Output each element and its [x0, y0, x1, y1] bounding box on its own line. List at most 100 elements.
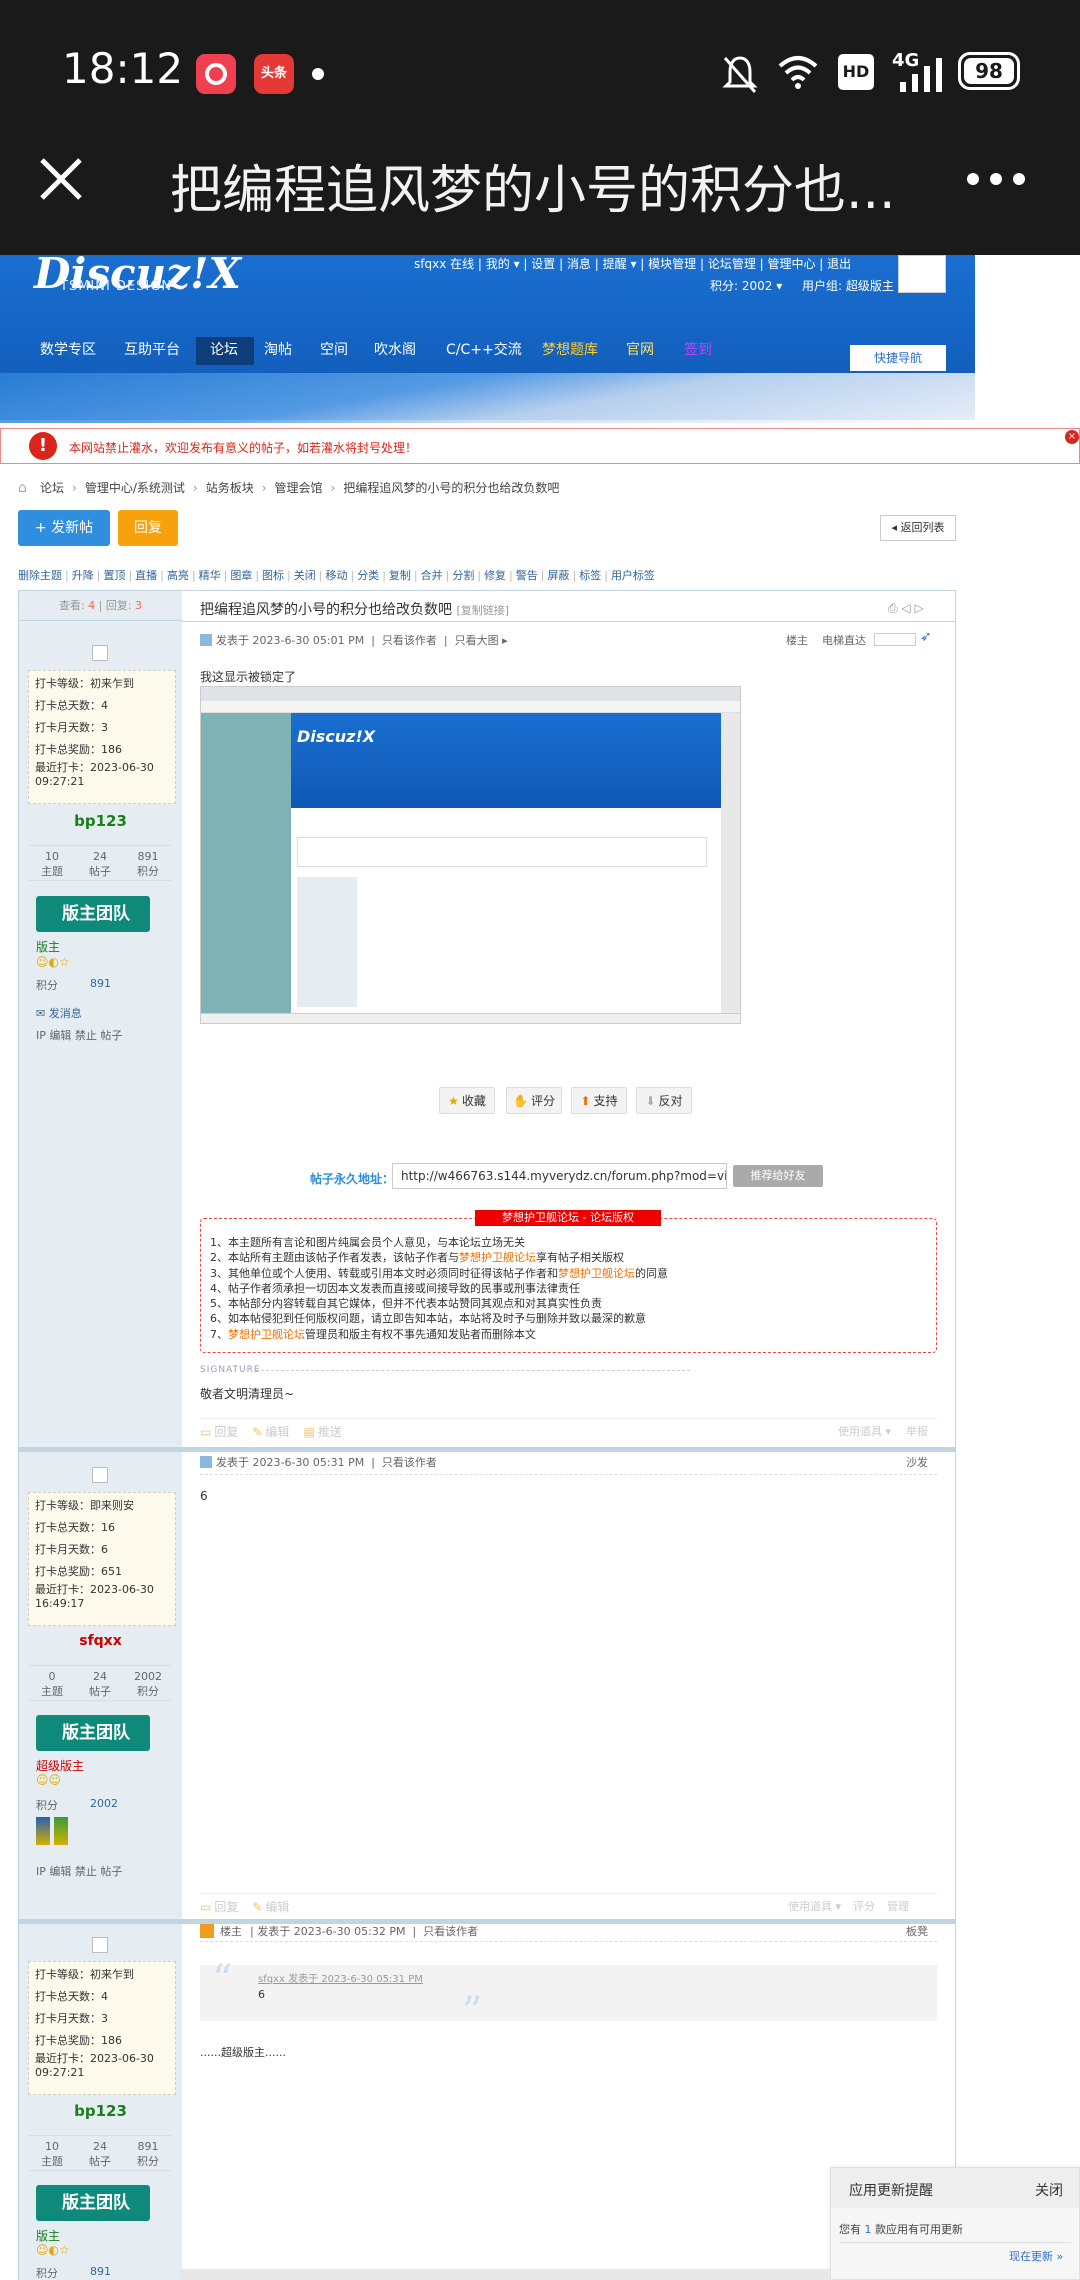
footer-action[interactable]: ▤ 推送: [303, 1425, 341, 1439]
breadcrumb-item[interactable]: 论坛: [40, 481, 64, 495]
footer-right-action[interactable]: 评分: [853, 1900, 875, 1913]
nav-item[interactable]: 论坛: [210, 339, 238, 359]
mod-tool-link[interactable]: 升降: [72, 569, 94, 582]
mod-tool-link[interactable]: 图标: [262, 569, 284, 582]
post-meta[interactable]: 发表于 2023-6-30 05:31 PM | 只看该作者: [216, 1454, 437, 1470]
stat-帖子[interactable]: 24 帖子: [76, 2139, 124, 2169]
post-support-button[interactable]: ⬆ 支持: [571, 1087, 627, 1114]
footer-right-action[interactable]: 使用道具 ▾: [788, 1900, 841, 1913]
mod-tools: 删除主题 | 升降 | 置顶 | 直播 | 高亮 | 精华 | 图章 | 图标 | 关闭 | 移动 | 分类 | 复制 | 合并…: [18, 567, 655, 583]
stat-主题[interactable]: 0 主题: [28, 1669, 76, 1699]
nav-item[interactable]: 互助平台: [124, 339, 180, 359]
print-icon[interactable]: ⎙ ◁ ▷: [888, 601, 924, 616]
nav-item[interactable]: 官网: [626, 339, 654, 359]
horizontal-scrollbar[interactable]: [180, 2269, 830, 2280]
mod-tool-link[interactable]: 复制: [389, 569, 411, 582]
stat-帖子[interactable]: 24 帖子: [76, 849, 124, 879]
nav-item[interactable]: 签到: [684, 339, 712, 359]
mod-tool-link[interactable]: 直播: [135, 569, 157, 582]
author-avatar[interactable]: [92, 1937, 108, 1953]
close-icon[interactable]: [38, 156, 84, 202]
copyright-line: 6、如本帖侵犯到任何版权问题，请立即告知本站，本站将及时予与删除并致以最深的歉意: [210, 1312, 646, 1326]
more-icon[interactable]: [966, 172, 1026, 186]
mod-tool-link[interactable]: 关闭: [294, 569, 316, 582]
footer-action[interactable]: ✎ 编辑: [252, 1900, 289, 1914]
mod-tool-link[interactable]: 高亮: [167, 569, 189, 582]
notice-close-icon[interactable]: ×: [1065, 430, 1079, 444]
mod-tool-link[interactable]: 合并: [421, 569, 443, 582]
jump-input[interactable]: [874, 633, 916, 646]
nav-item[interactable]: 空间: [320, 339, 348, 359]
mod-tool-link[interactable]: 移动: [325, 569, 347, 582]
quote-header[interactable]: sfqxx 发表于 2023-6-30 05:31 PM: [258, 1970, 423, 1985]
post-image[interactable]: Discuz!X: [200, 686, 741, 1024]
footer-action[interactable]: ✎ 编辑: [252, 1425, 289, 1439]
stat-label: 主题: [41, 865, 63, 878]
mod-tool-link[interactable]: 删除主题: [18, 569, 62, 582]
footer-action[interactable]: ▭ 回复: [200, 1900, 238, 1914]
post-author[interactable]: sfqxx: [19, 1633, 182, 1649]
mod-tool-link[interactable]: 置顶: [103, 569, 125, 582]
update-now-link[interactable]: 现在更新 »: [1009, 2248, 1063, 2264]
jump-icon[interactable]: ➶: [920, 629, 932, 645]
stat-积分[interactable]: 891 积分: [124, 2139, 172, 2169]
stat-value: 10: [45, 2140, 59, 2153]
home-icon[interactable]: ⌂: [18, 480, 27, 496]
back-to-list-button[interactable]: ◂ 返回列表: [880, 515, 956, 541]
mod-tool-link[interactable]: 图章: [230, 569, 252, 582]
nav-item[interactable]: 数学专区: [40, 339, 96, 359]
mod-tool-link[interactable]: 分割: [452, 569, 474, 582]
mod-tool-link[interactable]: 分类: [357, 569, 379, 582]
post-meta[interactable]: 发表于 2023-6-30 05:01 PM | 只看该作者 | 只看大图 ▸: [216, 632, 508, 648]
footer-right-action[interactable]: 管理: [887, 1900, 909, 1913]
post-meta[interactable]: | 发表于 2023-6-30 05:32 PM | 只看该作者: [250, 1923, 478, 1939]
breadcrumb-item[interactable]: 管理中心/系统测试: [85, 481, 185, 495]
footer-action[interactable]: ▭ 回复: [200, 1425, 238, 1439]
stat-主题[interactable]: 10 主题: [28, 2139, 76, 2169]
admin-tools[interactable]: IP 编辑 禁止 帖子: [36, 1863, 122, 1879]
stat-帖子[interactable]: 24 帖子: [76, 1669, 124, 1699]
mod-tool-link[interactable]: 警告: [516, 569, 538, 582]
post-favorite-button[interactable]: ★ 收藏: [439, 1087, 495, 1114]
site-name[interactable]: 梦想护卫舰论坛: [228, 1328, 305, 1341]
recommend-button[interactable]: 推荐给好友: [733, 1165, 823, 1187]
copy-link[interactable]: [复制链接]: [456, 604, 509, 617]
stat-主题[interactable]: 10 主题: [28, 849, 76, 879]
nav-item[interactable]: 梦想题库: [542, 339, 598, 359]
use-props[interactable]: 使用道具 ▾: [838, 1423, 891, 1439]
author-avatar[interactable]: [92, 645, 108, 661]
breadcrumb-item[interactable]: 管理会馆: [275, 481, 323, 495]
new-post-button[interactable]: + 发新帖: [18, 510, 110, 546]
stat-积分[interactable]: 891 积分: [124, 849, 172, 879]
post-oppose-button[interactable]: ⬇ 反对: [636, 1087, 692, 1114]
post-author[interactable]: bp123: [19, 2102, 182, 2120]
admin-tools[interactable]: IP 编辑 禁止 帖子: [36, 1027, 122, 1043]
mod-tool-link[interactable]: 精华: [199, 569, 221, 582]
breadcrumb-item[interactable]: 把编程追风梦的小号的积分也给改负数吧: [343, 481, 559, 495]
author-avatar[interactable]: [92, 1467, 108, 1483]
breadcrumb-item[interactable]: 站务板块: [206, 481, 254, 495]
nav-item[interactable]: 淘帖: [264, 339, 292, 359]
mod-tool-link[interactable]: 屏蔽: [548, 569, 570, 582]
send-message-link[interactable]: ✉ 发消息: [36, 1005, 82, 1021]
report-link[interactable]: 举报: [906, 1423, 928, 1439]
stat-label: 积分: [137, 1685, 159, 1698]
update-count: 1: [864, 2223, 872, 2236]
user-points[interactable]: 积分: 2002 ▾: [710, 277, 782, 294]
avatar[interactable]: [898, 255, 946, 293]
nav-item[interactable]: C/C++交流: [446, 339, 522, 359]
permalink-field[interactable]: http://w466763.s144.myverydz.cn/forum.ph…: [392, 1163, 727, 1189]
post-author[interactable]: bp123: [19, 812, 182, 830]
post-rate-button[interactable]: ✋ 评分: [506, 1087, 562, 1114]
site-name[interactable]: 梦想护卫舰论坛: [558, 1267, 635, 1280]
update-popup-close[interactable]: 关闭: [1035, 2180, 1063, 2200]
reply-button[interactable]: 回复: [118, 510, 178, 546]
mod-tool-link[interactable]: 标签: [579, 569, 601, 582]
nav-item[interactable]: 吹水阁: [374, 339, 416, 359]
mod-tool-link[interactable]: 修复: [484, 569, 506, 582]
mod-tool-link[interactable]: 用户标签: [611, 569, 655, 582]
site-name[interactable]: 梦想护卫舰论坛: [459, 1251, 536, 1264]
quick-nav-button[interactable]: 快捷导航: [850, 345, 946, 371]
user-links[interactable]: sfqxx 在线 | 我的 ▾ | 设置 | 消息 | 提醒 ▾ | 模块管理 …: [414, 255, 851, 272]
stat-积分[interactable]: 2002 积分: [124, 1669, 172, 1699]
